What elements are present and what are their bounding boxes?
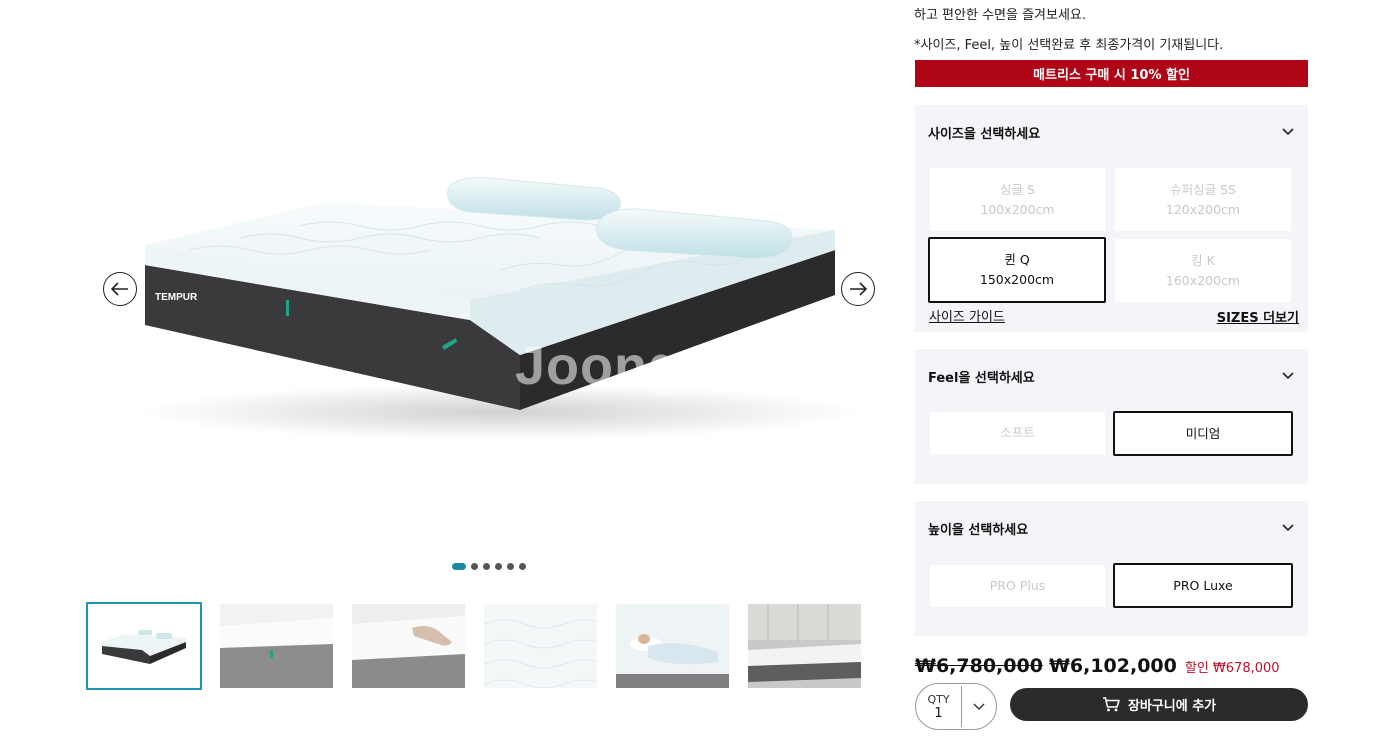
thumbnail-mattress-hand[interactable] xyxy=(350,602,466,690)
cart-icon xyxy=(1102,697,1120,712)
quantity-selector: QTY 1 xyxy=(915,683,997,730)
feel-option-medium[interactable]: 미디엄 xyxy=(1113,411,1293,456)
price-note: *사이즈, Feel, 높이 선택완료 후 최종가격이 기재됩니다. xyxy=(914,38,1224,53)
carousel-dot[interactable] xyxy=(471,563,478,570)
feel-option-label: 소프트 xyxy=(1000,425,1035,440)
height-option-label: PRO Plus xyxy=(989,578,1046,593)
size-option-single[interactable]: 싱글 S 100x200cm xyxy=(930,168,1105,231)
chevron-down-icon xyxy=(973,703,985,710)
feel-section-header[interactable]: Feel을 선택하세요 xyxy=(915,349,1308,403)
size-section-header[interactable]: 사이즈을 선택하세요 xyxy=(915,105,1308,159)
next-image-button[interactable] xyxy=(841,272,875,306)
feel-section: Feel을 선택하세요 소프트 미디엄 xyxy=(915,349,1308,484)
height-option-pro-plus[interactable]: PRO Plus xyxy=(930,565,1105,607)
price-row: ₩6,780,000 ₩6,102,000 할인 ₩678,000 xyxy=(915,655,1280,677)
prev-image-button[interactable] xyxy=(103,272,137,306)
size-option-name: 킹 K xyxy=(1191,252,1215,268)
size-guide-link[interactable]: 사이즈 가이드 xyxy=(929,306,1005,325)
chevron-down-icon xyxy=(1282,128,1294,136)
chevron-down-icon xyxy=(1282,372,1294,380)
thumbnail-bedroom[interactable] xyxy=(746,602,862,690)
size-section-title: 사이즈을 선택하세요 xyxy=(928,126,1041,142)
height-section-header[interactable]: 높이을 선택하세요 xyxy=(915,501,1308,555)
size-option-queen[interactable]: 퀸 Q 150x200cm xyxy=(928,237,1106,303)
height-option-label: PRO Luxe xyxy=(1173,577,1233,593)
chevron-down-icon xyxy=(1282,524,1294,532)
add-to-cart-button[interactable]: 장바구니에 추가 xyxy=(1010,688,1308,721)
mattress-image: TEMPUR xyxy=(140,177,860,440)
size-option-name: 싱글 S xyxy=(1000,181,1035,197)
carousel-dot[interactable] xyxy=(483,563,490,570)
feel-option-label: 미디엄 xyxy=(1185,425,1221,441)
feel-option-soft[interactable]: 소프트 xyxy=(930,412,1105,454)
sale-price: ₩6,102,000 xyxy=(1048,655,1177,677)
size-option-dims: 150x200cm xyxy=(979,272,1055,287)
discount-amount: 할인 ₩678,000 xyxy=(1184,661,1280,676)
arrow-right-icon xyxy=(850,282,867,296)
qty-value: 1 xyxy=(934,705,943,721)
size-option-king[interactable]: 킹 K 160x200cm xyxy=(1115,239,1291,302)
height-option-pro-luxe[interactable]: PRO Luxe xyxy=(1113,563,1293,608)
quantity-dropdown-button[interactable] xyxy=(962,684,996,729)
size-option-name: 슈퍼싱글 SS xyxy=(1170,181,1236,197)
thumbnail-mattress-side[interactable] xyxy=(218,602,334,690)
carousel-dots xyxy=(452,563,526,570)
sizes-more-link[interactable]: SIZES 더보기 xyxy=(1217,307,1299,326)
product-gallery: TEMPUR Joongang xyxy=(0,0,900,750)
size-option-dims: 100x200cm xyxy=(980,201,1055,217)
brand-label: TEMPUR xyxy=(155,292,198,303)
size-option-dims: 160x200cm xyxy=(1165,272,1241,288)
size-section: 사이즈을 선택하세요 싱글 S 100x200cm 슈퍼싱글 SS 120x20… xyxy=(915,105,1308,332)
height-section-title: 높이을 선택하세요 xyxy=(928,522,1029,538)
thumbnail-mattress[interactable] xyxy=(86,602,202,690)
thumbnail-strip xyxy=(86,602,862,690)
add-to-cart-label: 장바구니에 추가 xyxy=(1127,699,1217,714)
carousel-dot[interactable] xyxy=(452,563,466,570)
size-option-name: 퀸 Q xyxy=(1004,252,1030,267)
intro-text: 하고 편안한 수면을 즐겨보세요. xyxy=(914,8,1087,23)
size-option-dims: 120x200cm xyxy=(1165,201,1241,217)
arrow-left-icon xyxy=(111,282,128,296)
thumbnail-fabric-closeup[interactable] xyxy=(482,602,598,690)
promo-banner: 매트리스 구매 시 10% 할인 xyxy=(915,60,1308,87)
qty-label: QTY xyxy=(927,692,950,706)
size-option-super-single[interactable]: 슈퍼싱글 SS 120x200cm xyxy=(1115,168,1291,231)
watermark: Joongang xyxy=(515,336,781,396)
carousel-dot[interactable] xyxy=(519,563,526,570)
carousel-dot[interactable] xyxy=(495,563,502,570)
height-section: 높이을 선택하세요 PRO Plus PRO Luxe xyxy=(915,501,1308,636)
promo-banner-label: 매트리스 구매 시 10% 할인 xyxy=(1033,68,1190,83)
feel-section-title: Feel을 선택하세요 xyxy=(928,370,1035,386)
original-price: ₩6,780,000 xyxy=(915,655,1043,677)
quantity-display: QTY 1 xyxy=(916,686,962,727)
thumbnail-woman-sleeping[interactable] xyxy=(614,602,730,690)
carousel-dot[interactable] xyxy=(507,563,514,570)
